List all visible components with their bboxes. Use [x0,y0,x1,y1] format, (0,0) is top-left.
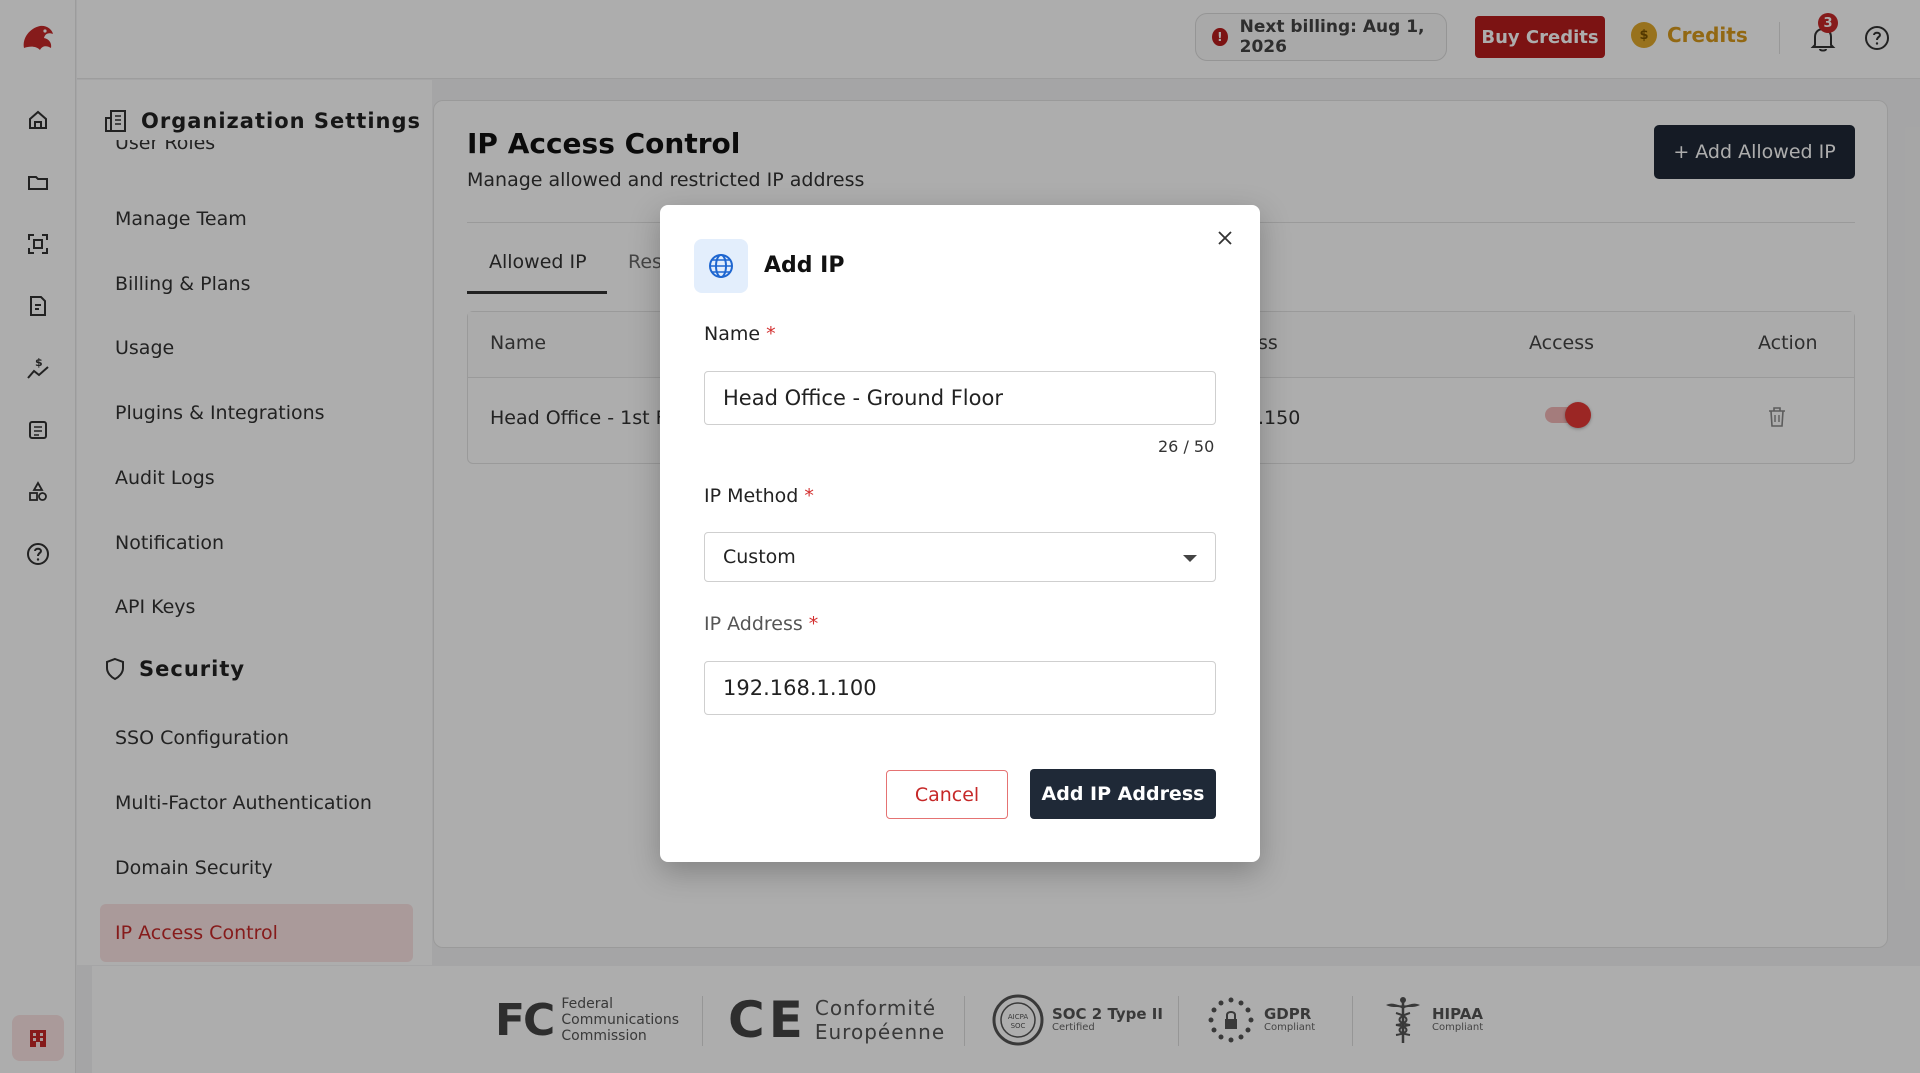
name-input[interactable]: Head Office - Ground Floor [704,371,1216,425]
ip-address-label: IP Address * [704,613,818,635]
name-field-label: Name * [704,323,776,345]
cancel-button[interactable]: Cancel [886,770,1008,819]
ip-method-label-text: IP Method [704,485,799,507]
add-ip-address-button[interactable]: Add IP Address [1030,769,1216,819]
required-marker: * [766,323,776,345]
close-icon[interactable] [1212,225,1238,251]
required-marker: * [808,613,819,635]
chevron-down-icon [1183,555,1197,562]
globe-icon [694,239,748,293]
name-label-text: Name [704,323,761,345]
name-char-counter: 26 / 50 [1158,437,1215,456]
ip-address-label-text: IP Address [704,613,803,635]
ip-address-input[interactable]: 192.168.1.100 [704,661,1216,715]
add-ip-dialog: Add IP Name * Head Office - Ground Floor … [660,205,1260,862]
ip-method-select[interactable]: Custom [704,532,1216,582]
ip-method-value: Custom [723,546,796,568]
ip-method-label: IP Method * [704,485,814,507]
required-marker: * [804,485,814,507]
dialog-title: Add IP [764,253,845,278]
